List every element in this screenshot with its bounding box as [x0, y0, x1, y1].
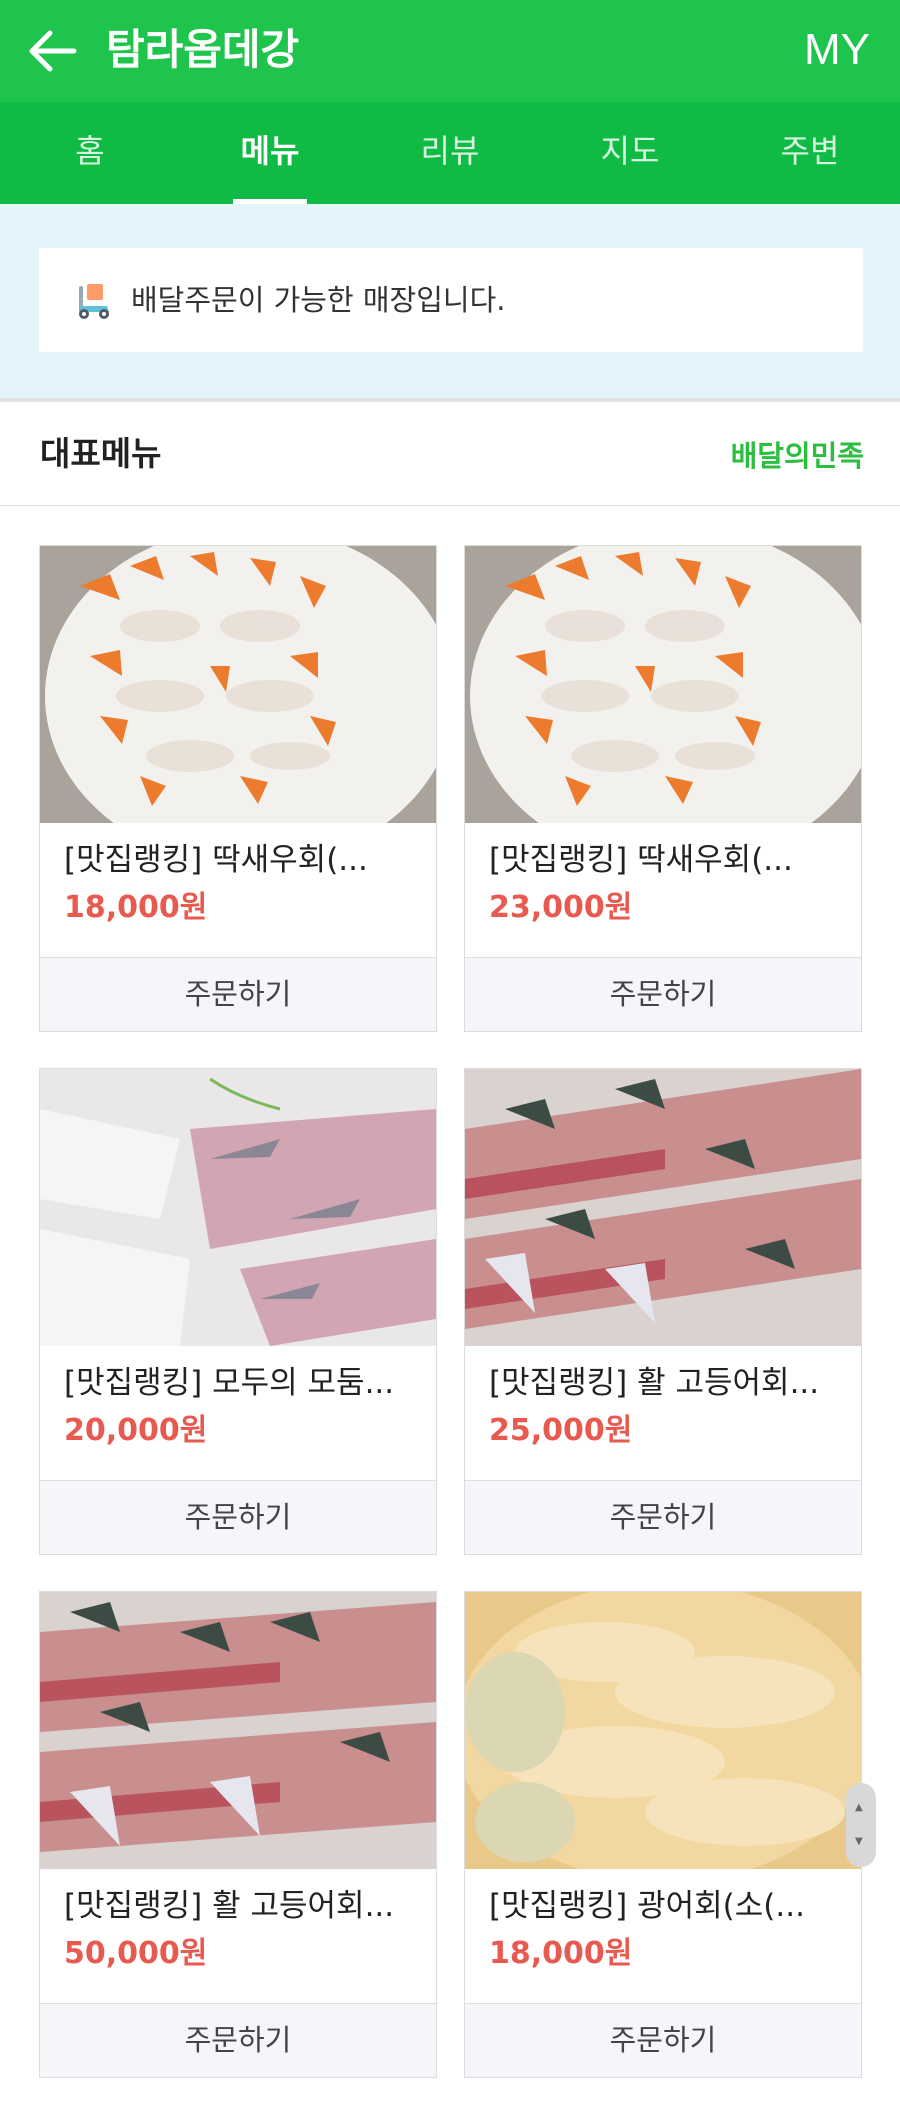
section-title: 대표메뉴	[40, 434, 162, 473]
menu-price: 50,000원	[64, 1936, 208, 1971]
order-button[interactable]: 주문하기	[465, 2003, 861, 2077]
menu-price: 20,000원	[64, 1413, 208, 1448]
menu-name: [맛집랭킹] 활 고등어회...	[64, 1888, 395, 1924]
notice-text: 배달주문이 가능한 매장입니다.	[131, 283, 506, 317]
menu-card[interactable]: [맛집랭킹] 활 고등어회... 25,000원 주문하기	[464, 1068, 862, 1555]
order-button[interactable]: 주문하기	[40, 2003, 436, 2077]
menu-card[interactable]: [맛집랭킹] 광어회(소(... 18,000원 주문하기	[464, 1591, 862, 2078]
menu-photo-mackerel[interactable]	[40, 1592, 436, 1869]
menu-photo-assorted-sashimi[interactable]	[40, 1069, 436, 1346]
menu-photo-flatfish[interactable]	[465, 1592, 861, 1869]
notice-area: 배달주문이 가능한 매장입니다.	[0, 204, 900, 398]
menu-price: 18,000원	[64, 890, 208, 925]
my-button[interactable]: MY	[804, 24, 870, 76]
menu-name: [맛집랭킹] 모두의 모둠...	[64, 1365, 395, 1401]
order-button[interactable]: 주문하기	[40, 957, 436, 1031]
tab-menu[interactable]: 메뉴	[180, 102, 360, 204]
order-button[interactable]: 주문하기	[465, 957, 861, 1031]
tab-nearby[interactable]: 주변	[720, 102, 900, 204]
menu-price: 18,000원	[489, 1936, 633, 1971]
order-button[interactable]: 주문하기	[40, 1480, 436, 1554]
menu-name: [맛집랭킹] 딱새우회(...	[64, 842, 368, 878]
menu-price: 25,000원	[489, 1413, 633, 1448]
tab-map[interactable]: 지도	[540, 102, 720, 204]
menu-photo-shrimp[interactable]	[40, 546, 436, 823]
back-arrow-icon[interactable]	[26, 28, 78, 74]
menu-price: 23,000원	[489, 890, 633, 925]
scroll-handle[interactable]: ▲ ▼	[846, 1783, 876, 1867]
menu-card[interactable]: [맛집랭킹] 활 고등어회... 50,000원 주문하기	[39, 1591, 437, 2078]
section-header: 대표메뉴 배달의민족	[0, 402, 900, 506]
delivery-notice: 배달주문이 가능한 매장입니다.	[39, 248, 863, 352]
menu-card[interactable]: [맛집랭킹] 모두의 모둠... 20,000원 주문하기	[39, 1068, 437, 1555]
tab-review[interactable]: 리뷰	[360, 102, 540, 204]
delivery-scooter-icon	[79, 284, 109, 319]
menu-photo-shrimp[interactable]	[465, 546, 861, 823]
tab-bar: 홈 메뉴 리뷰 지도 주변	[0, 102, 900, 204]
order-button[interactable]: 주문하기	[465, 1480, 861, 1554]
menu-photo-mackerel[interactable]	[465, 1069, 861, 1346]
menu-card[interactable]: [맛집랭킹] 딱새우회(... 18,000원 주문하기	[39, 545, 437, 1032]
menu-name: [맛집랭킹] 광어회(소(...	[489, 1888, 805, 1924]
menu-name: [맛집랭킹] 딱새우회(...	[489, 842, 793, 878]
menu-name: [맛집랭킹] 활 고등어회...	[489, 1365, 820, 1401]
tab-home[interactable]: 홈	[0, 102, 180, 204]
app-header: 탐라옵데강 MY	[0, 0, 900, 102]
baemin-link[interactable]: 배달의민족	[731, 436, 864, 476]
page-title: 탐라옵데강	[106, 25, 300, 74]
menu-card[interactable]: [맛집랭킹] 딱새우회(... 23,000원 주문하기	[464, 545, 862, 1032]
